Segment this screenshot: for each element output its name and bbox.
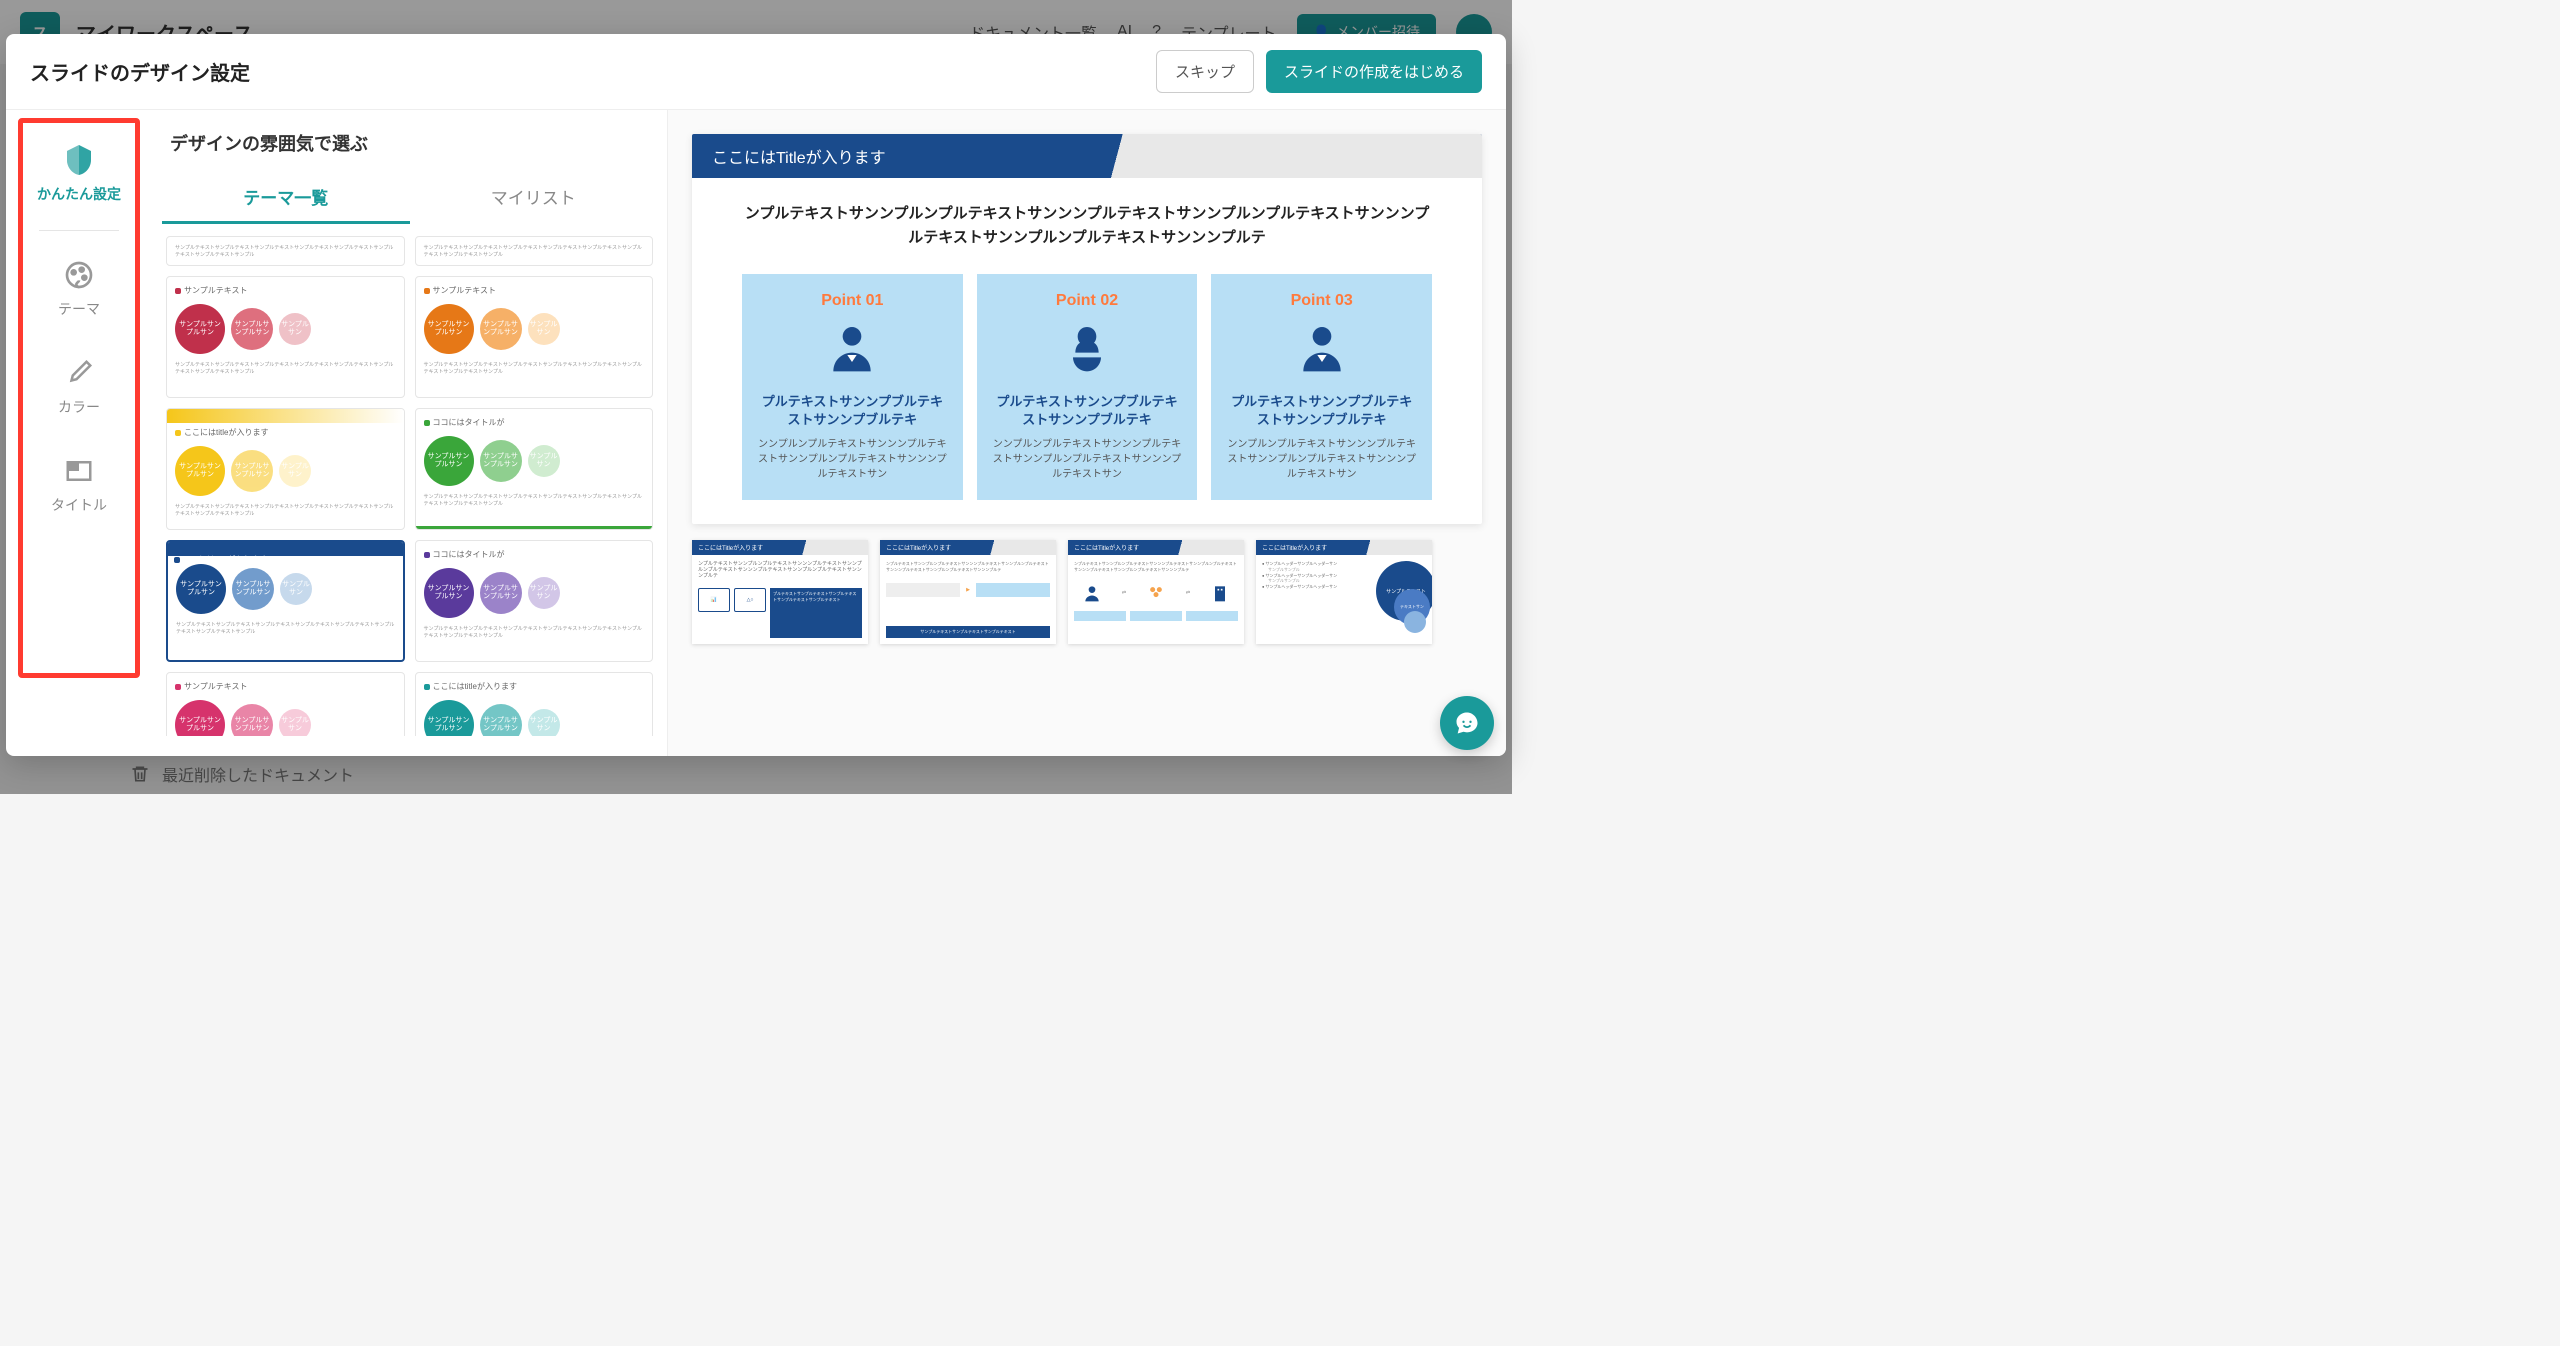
- theme-card-orange[interactable]: サンプルテキスト サンプルサンプルサンサンプルサンプルサンサンプルサン サンプル…: [415, 276, 654, 398]
- sidebar-item-theme[interactable]: テーマ: [24, 243, 134, 333]
- person-male-icon: [824, 320, 880, 376]
- preview-subtitle: ンプルテキストサンンプルンプルテキストサンンンプルテキストサンンプルンプルテキス…: [742, 202, 1432, 250]
- brush-icon: [61, 355, 97, 391]
- chat-support-button[interactable]: [1440, 696, 1494, 750]
- chat-icon: [1453, 709, 1481, 737]
- sidebar-item-title[interactable]: タイトル: [24, 439, 134, 529]
- sidebar-label: カラー: [58, 397, 100, 417]
- preview-slide: ここにはTitleが入ります ンプルテキストサンンプルンプルテキストサンンンプル…: [692, 134, 1482, 524]
- point-card: Point 01 プルテキストサンンプブルテキストサンンプブルテキ ンンプルンプ…: [742, 274, 963, 500]
- start-creating-button[interactable]: スライドの作成をはじめる: [1266, 50, 1482, 93]
- building-icon: [1210, 583, 1230, 603]
- sidebar-label: かんたん設定: [37, 184, 121, 204]
- thumbnail-strip: ここにはTitleが入ります ンプルテキストサンンプルンプルテキストサンンンプル…: [692, 540, 1482, 644]
- theme-card-red[interactable]: サンプルテキスト サンプルサンプルサンサンプルサンプルサンサンプルサン サンプル…: [166, 276, 405, 398]
- theme-card[interactable]: サンプルテキストサンプルテキストサンプルテキストサンプルテキストサンプルテキスト…: [166, 236, 405, 266]
- recently-deleted[interactable]: 最近削除したドキュメント: [130, 762, 354, 786]
- sidebar-item-color[interactable]: カラー: [24, 341, 134, 431]
- theme-card-teal[interactable]: ここにはtitleが入ります サンプルサンプルサンサンプルサンプルサンサンプルサ…: [415, 672, 654, 736]
- theme-card-pink[interactable]: サンプルテキスト サンプルサンプルサンサンプルサンプルサンサンプルサン サンプル…: [166, 672, 405, 736]
- thumbnail[interactable]: ここにはTitleが入ります ● サンプルヘッダーサンプルヘッダーサン サンプル…: [1256, 540, 1432, 644]
- theme-card-purple[interactable]: ココにはタイトルが サンプルサンプルサンサンプルサンプルサンサンプルサン サンプ…: [415, 540, 654, 662]
- person-female-icon: [1059, 320, 1115, 376]
- trash-icon: [130, 764, 150, 784]
- thumbnail[interactable]: ここにはTitleが入ります ンプルテキストサンンプルンプルテキストサンンンプル…: [880, 540, 1056, 644]
- thumbnail[interactable]: ここにはTitleが入ります ンプルテキストサンンプルンプルテキストサンンンプル…: [1068, 540, 1244, 644]
- layout-icon: [61, 453, 97, 489]
- person-icon: [1082, 583, 1102, 603]
- tab-my-list[interactable]: マイリスト: [410, 172, 658, 224]
- tab-theme-list[interactable]: テーマ一覧: [162, 172, 410, 224]
- theme-picker: デザインの雰囲気で選ぶ テーマ一覧 マイリスト サンプルテキストサンプルテキスト…: [152, 110, 668, 756]
- point-card: Point 02 プルテキストサンンプブルテキストサンンプブルテキ ンンプルンプ…: [977, 274, 1198, 500]
- group-icon: [1146, 583, 1166, 603]
- preview-title: ここにはTitleが入ります: [712, 150, 886, 167]
- skip-button[interactable]: スキップ: [1156, 50, 1254, 93]
- thumbnail[interactable]: ここにはTitleが入ります ンプルテキストサンンプルンプルテキストサンンンプル…: [692, 540, 868, 644]
- sidebar-label: テーマ: [58, 299, 100, 319]
- chart-icon: 📊: [698, 588, 730, 612]
- design-settings-modal: スライドのデザイン設定 スキップ スライドの作成をはじめる かんたん設定 テーマ…: [6, 34, 1506, 756]
- modal-title: スライドのデザイン設定: [30, 57, 250, 86]
- theme-card-green[interactable]: ココにはタイトルが サンプルサンプルサンサンプルサンプルサンサンプルサン サンプ…: [415, 408, 654, 530]
- theme-card[interactable]: サンプルテキストサンプルテキストサンプルテキストサンプルテキストサンプルテキスト…: [415, 236, 654, 266]
- sidebar: かんたん設定 テーマ カラー タイトル: [6, 110, 152, 756]
- sidebar-label: タイトル: [51, 495, 107, 515]
- theme-card-yellow[interactable]: ここにはtitleが入ります サンプルサンプルサンサンプルサンプルサンサンプルサ…: [166, 408, 405, 530]
- sidebar-item-easy[interactable]: かんたん設定: [24, 128, 134, 218]
- theme-card-blue[interactable]: ここにはtitleが入ります サンプルサンプルサンサンプルサンプルサンサンプルサ…: [166, 540, 405, 662]
- palette-icon: [61, 257, 97, 293]
- preview-panel: ここにはTitleが入ります ンプルテキストサンンプルンプルテキストサンンンプル…: [668, 110, 1506, 756]
- shield-icon: [61, 142, 97, 178]
- center-title: デザインの雰囲気で選ぶ: [170, 130, 657, 156]
- shapes-icon: △○: [734, 588, 766, 612]
- person-male-icon: [1294, 320, 1350, 376]
- point-card: Point 03 プルテキストサンンプブルテキストサンンプブルテキ ンンプルンプ…: [1211, 274, 1432, 500]
